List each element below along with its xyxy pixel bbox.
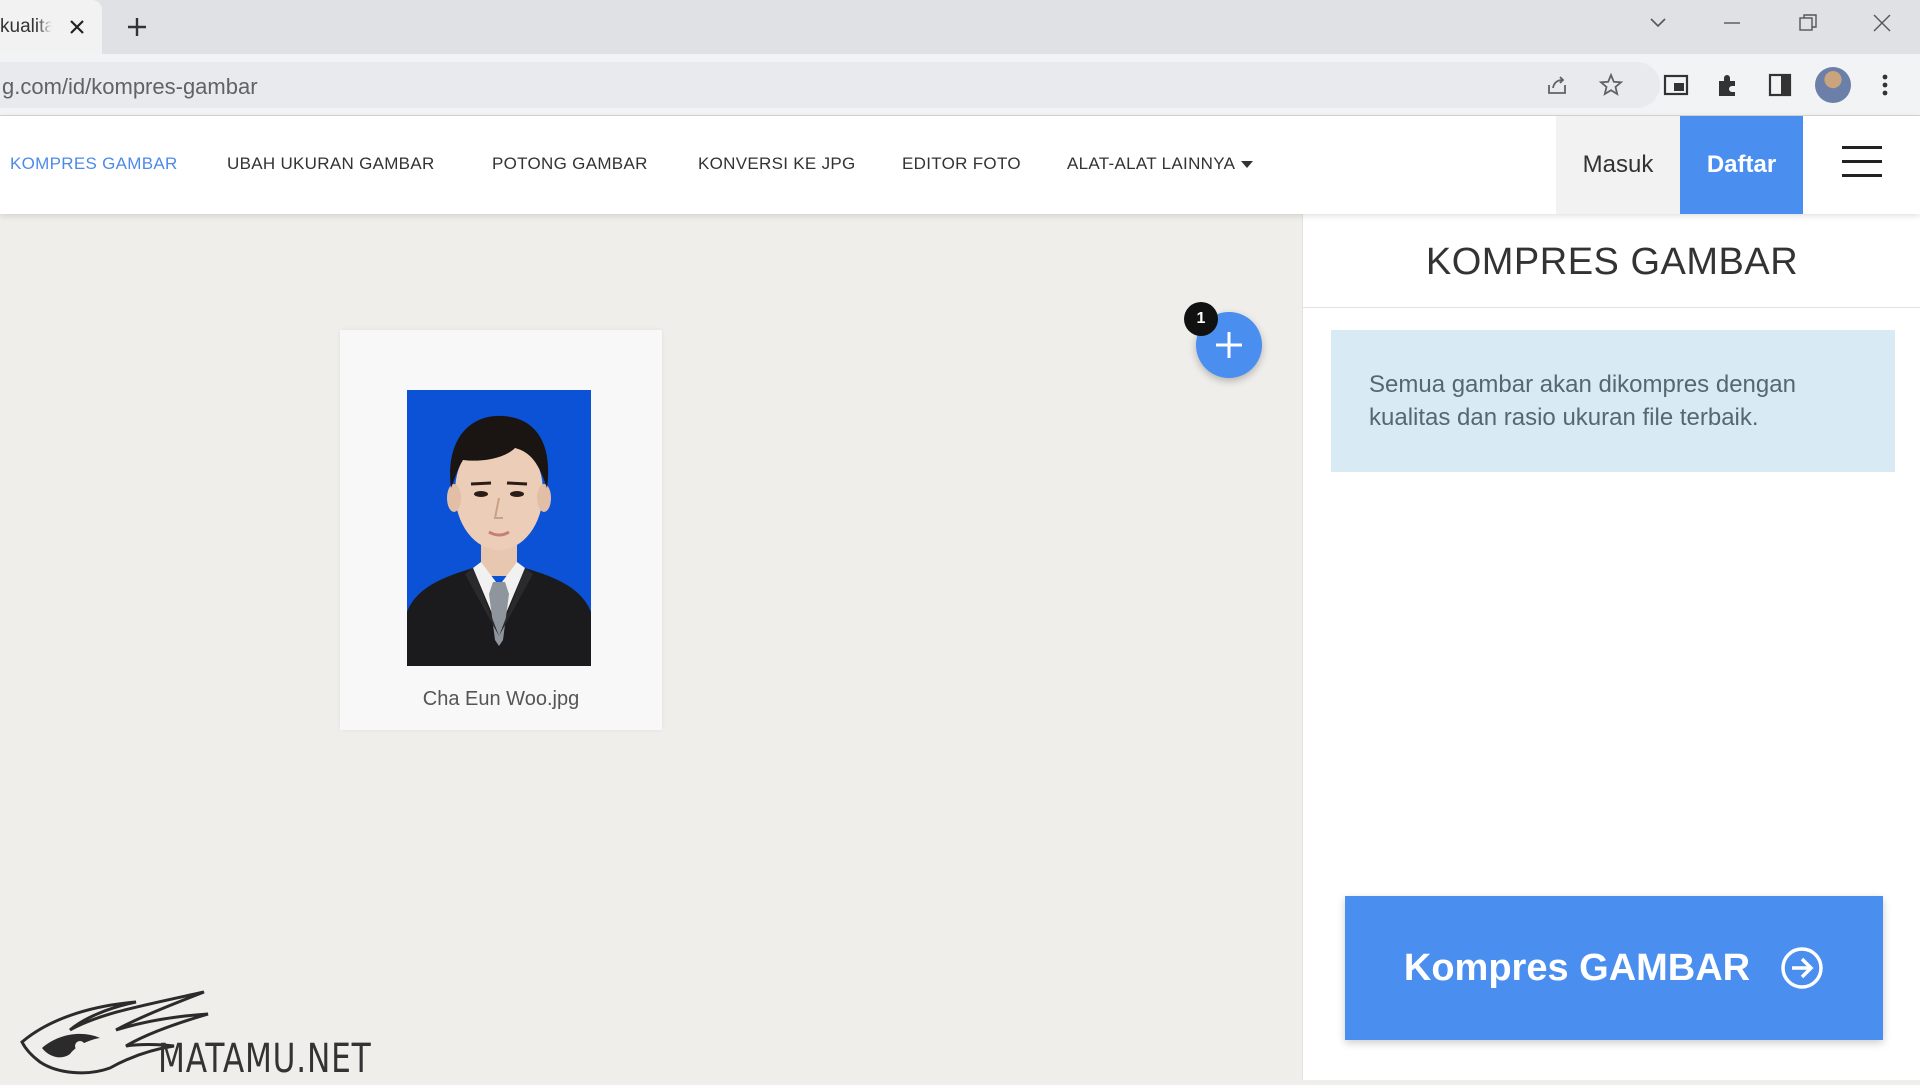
arrow-right-circle-icon bbox=[1780, 946, 1824, 990]
tab-close-icon[interactable] bbox=[64, 14, 90, 40]
url-field[interactable]: g.com/id/kompres-gambar bbox=[0, 62, 1660, 108]
signup-button[interactable]: Daftar bbox=[1680, 116, 1803, 214]
star-icon[interactable] bbox=[1594, 68, 1628, 102]
window-close-icon[interactable] bbox=[1862, 8, 1902, 38]
share-icon[interactable] bbox=[1540, 68, 1574, 102]
restore-icon[interactable] bbox=[1788, 8, 1828, 38]
profile-avatar[interactable] bbox=[1815, 67, 1851, 103]
tab-title: kualitas bbox=[0, 16, 52, 37]
login-button[interactable]: Masuk bbox=[1556, 116, 1680, 214]
file-card[interactable]: Cha Eun Woo.jpg bbox=[340, 330, 662, 730]
nav-ubah-ukuran-gambar[interactable]: UBAH UKURAN GAMBAR bbox=[227, 154, 435, 174]
compress-button[interactable]: Kompres GAMBAR bbox=[1345, 896, 1883, 1040]
file-count-badge: 1 bbox=[1184, 302, 1218, 336]
compress-button-label: Kompres GAMBAR bbox=[1403, 946, 1751, 989]
site-header: KOMPRES GAMBAR UBAH UKURAN GAMBAR POTONG… bbox=[0, 116, 1920, 214]
nav-alat-alat-lainnya[interactable]: ALAT-ALAT LAINNYA bbox=[1067, 154, 1254, 174]
browser-tab-bar: kualitas bbox=[0, 0, 1920, 54]
nav-potong-gambar[interactable]: POTONG GAMBAR bbox=[492, 154, 648, 174]
chevron-down-icon[interactable] bbox=[1638, 8, 1678, 38]
new-tab-icon[interactable] bbox=[122, 12, 152, 42]
info-message: Semua gambar akan dikompres dengan kuali… bbox=[1331, 330, 1895, 472]
more-vert-icon[interactable] bbox=[1868, 68, 1902, 102]
options-panel: KOMPRES GAMBAR Semua gambar akan dikompr… bbox=[1302, 214, 1920, 1080]
file-thumbnail bbox=[407, 390, 591, 666]
watermark-text: MATAMU.NET bbox=[158, 1036, 372, 1082]
browser-address-bar: g.com/id/kompres-gambar bbox=[0, 54, 1920, 116]
browser-tab[interactable]: kualitas bbox=[0, 0, 102, 54]
nav-konversi-ke-jpg[interactable]: KONVERSI KE JPG bbox=[698, 154, 856, 174]
upload-workspace: Cha Eun Woo.jpg 1 MATAMU.NET bbox=[0, 214, 1302, 1082]
nav-editor-foto[interactable]: EDITOR FOTO bbox=[902, 154, 1021, 174]
extensions-icon[interactable] bbox=[1711, 68, 1745, 102]
url-text: g.com/id/kompres-gambar bbox=[2, 74, 258, 99]
minimize-icon[interactable] bbox=[1712, 8, 1752, 38]
watermark: MATAMU.NET bbox=[18, 984, 371, 1082]
menu-icon[interactable] bbox=[1842, 146, 1882, 182]
nav-more-label: ALAT-ALAT LAINNYA bbox=[1067, 154, 1236, 173]
caret-down-icon bbox=[1241, 161, 1254, 169]
sidebar-icon[interactable] bbox=[1763, 68, 1797, 102]
picture-in-picture-icon[interactable] bbox=[1659, 68, 1693, 102]
file-name: Cha Eun Woo.jpg bbox=[422, 688, 580, 710]
plus-icon bbox=[1216, 332, 1242, 358]
nav-kompres-gambar[interactable]: KOMPRES GAMBAR bbox=[10, 154, 178, 174]
panel-title: KOMPRES GAMBAR bbox=[1303, 214, 1920, 308]
